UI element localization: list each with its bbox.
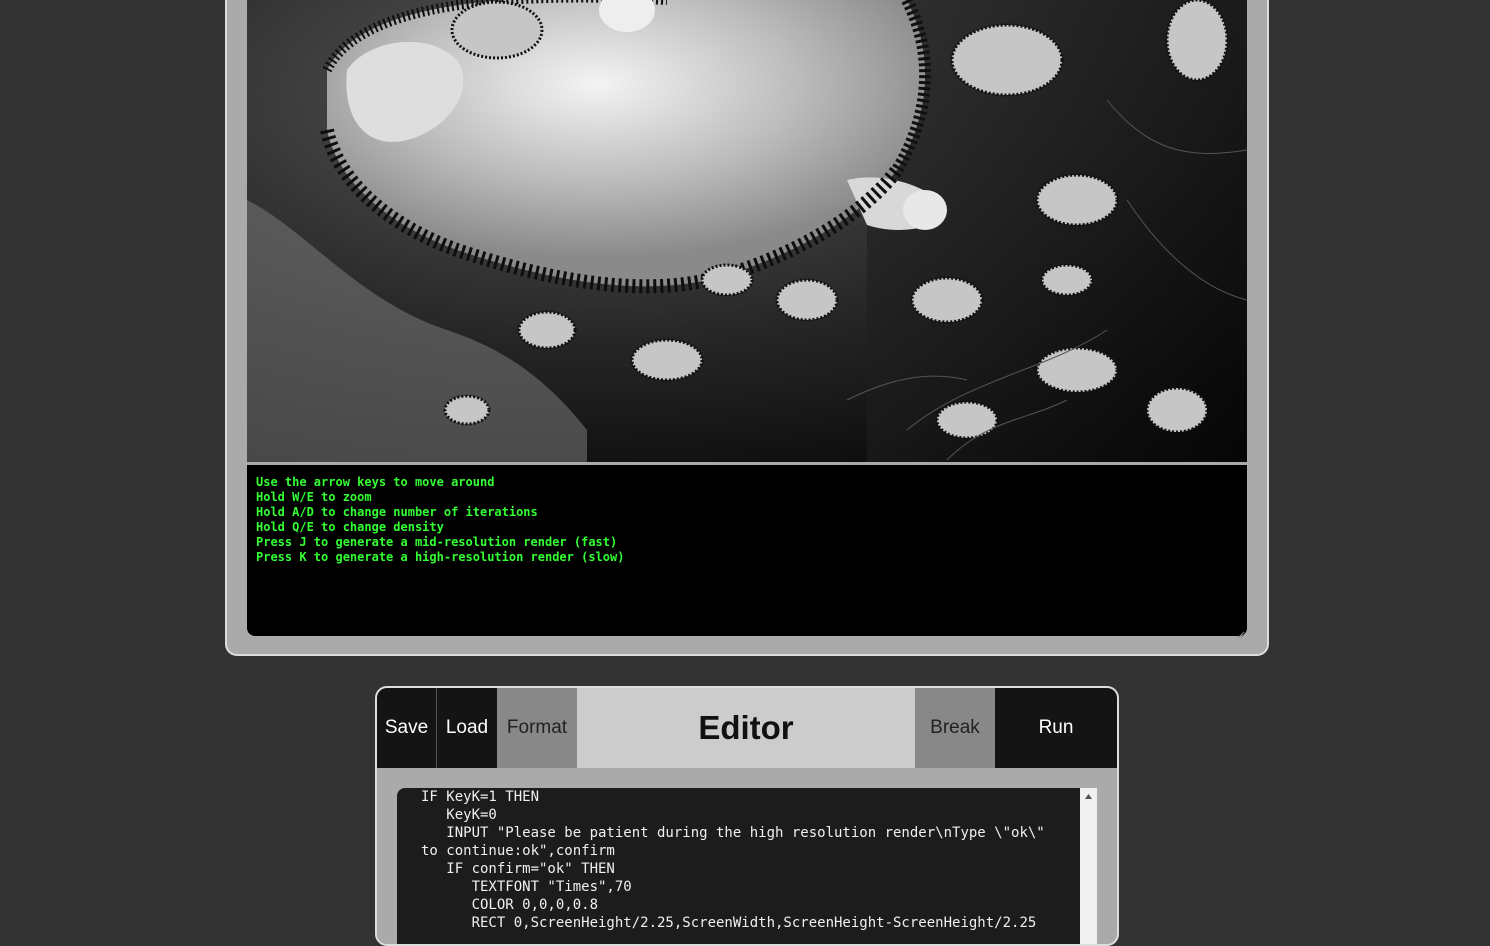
triangle-up-icon[interactable] <box>1080 788 1097 805</box>
console-line: Hold A/D to change number of iterations <box>256 505 538 519</box>
console-line: Press K to generate a high-resolution re… <box>256 550 625 564</box>
code-line: COLOR 0,0,0,0.8 <box>421 897 599 913</box>
fractal-canvas[interactable] <box>247 0 1247 462</box>
code-line: IF KeyK=1 THEN <box>421 789 540 805</box>
fractal-image <box>247 0 1247 462</box>
format-button[interactable]: Format <box>497 688 577 768</box>
code-line: to continue:ok",confirm <box>421 843 615 859</box>
code-line: TEXTFONT "Times",70 <box>421 879 632 895</box>
runner-window: Use the arrow keys to move around Hold W… <box>225 0 1269 656</box>
load-button[interactable]: Load <box>437 688 497 768</box>
console-line: Hold Q/E to change density <box>256 520 444 534</box>
console-line: Hold W/E to zoom <box>256 490 372 504</box>
code-editor[interactable]: IF KeyK=1 THEN KeyK=0 INPUT "Please be p… <box>397 788 1097 944</box>
editor-panel: Save Load Format Editor Break Run IF Key… <box>375 686 1119 946</box>
code-line: INPUT "Please be patient during the high… <box>421 825 1045 841</box>
editor-title: Editor <box>577 688 915 768</box>
code-line: RECT 0,ScreenHeight/2.25,ScreenWidth,Scr… <box>421 915 1037 931</box>
code-line: KeyK=0 <box>421 807 497 823</box>
editor-toolbar: Save Load Format Editor Break Run <box>377 688 1117 768</box>
console-output: Use the arrow keys to move around Hold W… <box>247 465 1247 639</box>
save-button[interactable]: Save <box>377 688 437 768</box>
console-line: Use the arrow keys to move around <box>256 475 495 489</box>
run-button[interactable]: Run <box>995 688 1117 768</box>
break-button[interactable]: Break <box>915 688 995 768</box>
console-line: Press J to generate a mid-resolution ren… <box>256 535 618 549</box>
code-scrollbar[interactable] <box>1080 788 1097 944</box>
resize-grip-icon[interactable] <box>1237 626 1245 639</box>
code-line: IF confirm="ok" THEN <box>421 861 615 877</box>
